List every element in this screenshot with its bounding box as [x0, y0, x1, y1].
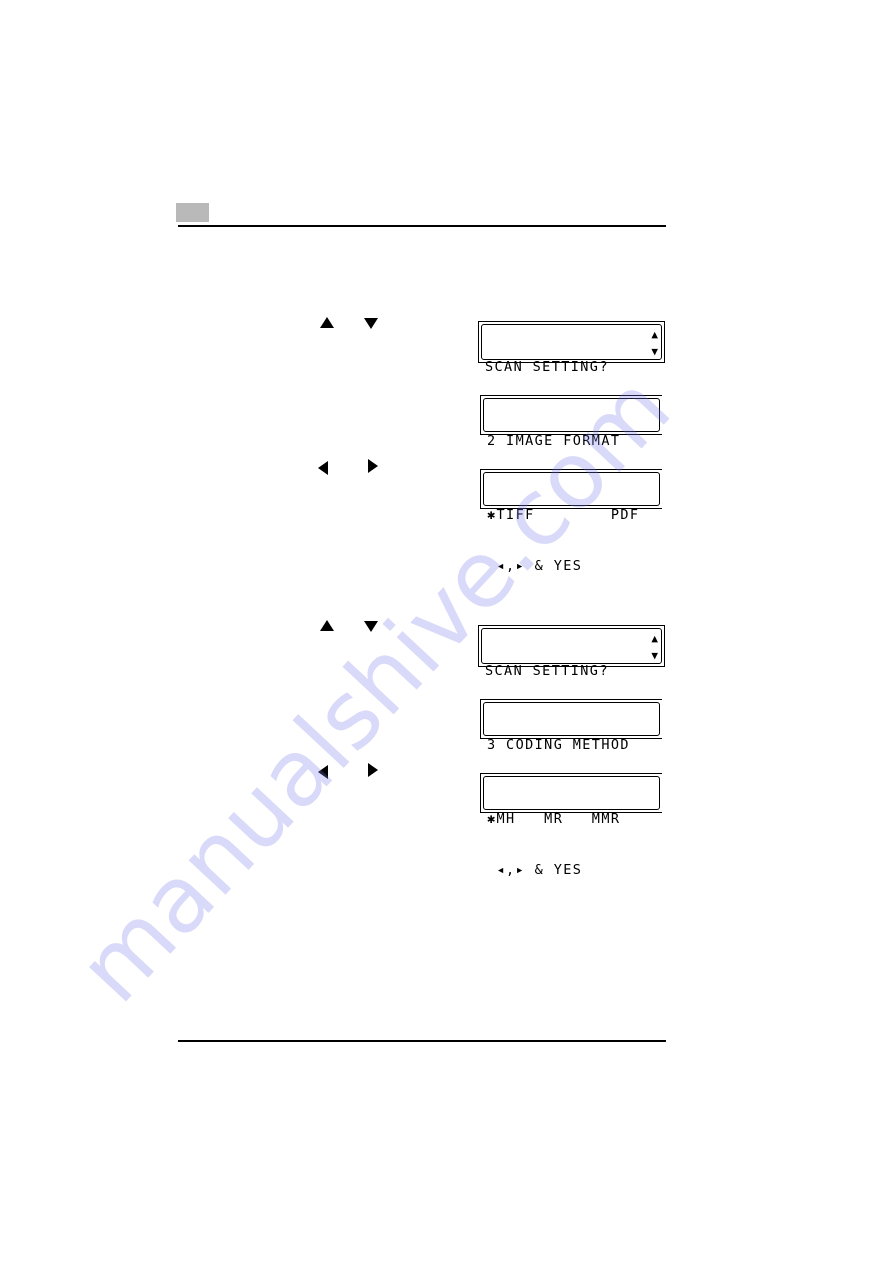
left-arrow-key-icon — [318, 765, 328, 779]
lcd-display-image-format: 2 IMAGE FORMAT — [480, 395, 662, 449]
up-arrow-key-icon — [320, 317, 334, 328]
down-arrow-key-icon — [364, 621, 378, 632]
chapter-tab — [176, 203, 209, 222]
lcd-line-1: 2 IMAGE FORMAT — [487, 433, 621, 449]
lcd-display-scan-setting: SCAN SETTING? OK=YES / or 1-3 ▲ ▼ — [478, 321, 665, 426]
footer-rule — [178, 1040, 666, 1042]
lcd-line-2: ◂,▸ & YES — [487, 862, 583, 878]
scroll-up-indicator-icon: ▲ — [651, 328, 658, 341]
lcd-display-coding-options: ✱MH MR MMR ◂,▸ & YES — [480, 773, 662, 878]
up-arrow-key-icon — [320, 620, 334, 631]
lcd-display-scan-setting: SCAN SETTING? OK=YES / or 1-3 ▲ ▼ — [478, 625, 665, 730]
lcd-display-format-options: ✱TIFF PDF ◂,▸ & YES — [480, 469, 662, 574]
lcd-display-coding-method: 3 CODING METHOD — [480, 699, 662, 753]
right-arrow-key-icon — [368, 459, 378, 473]
lcd-line-1: ✱MH MR MMR — [487, 811, 621, 827]
scroll-up-indicator-icon: ▲ — [651, 632, 658, 645]
lcd-line-1: SCAN SETTING? — [485, 663, 609, 679]
lcd-line-1: ✱TIFF PDF — [487, 507, 640, 523]
right-arrow-key-icon — [368, 763, 378, 777]
header-rule — [178, 225, 666, 227]
scroll-down-indicator-icon: ▼ — [651, 649, 658, 662]
lcd-line-1: 3 CODING METHOD — [487, 737, 630, 753]
down-arrow-key-icon — [364, 318, 378, 329]
scroll-down-indicator-icon: ▼ — [651, 345, 658, 358]
left-arrow-key-icon — [318, 461, 328, 475]
lcd-line-1: SCAN SETTING? — [485, 359, 609, 375]
lcd-line-2: ◂,▸ & YES — [487, 558, 583, 574]
